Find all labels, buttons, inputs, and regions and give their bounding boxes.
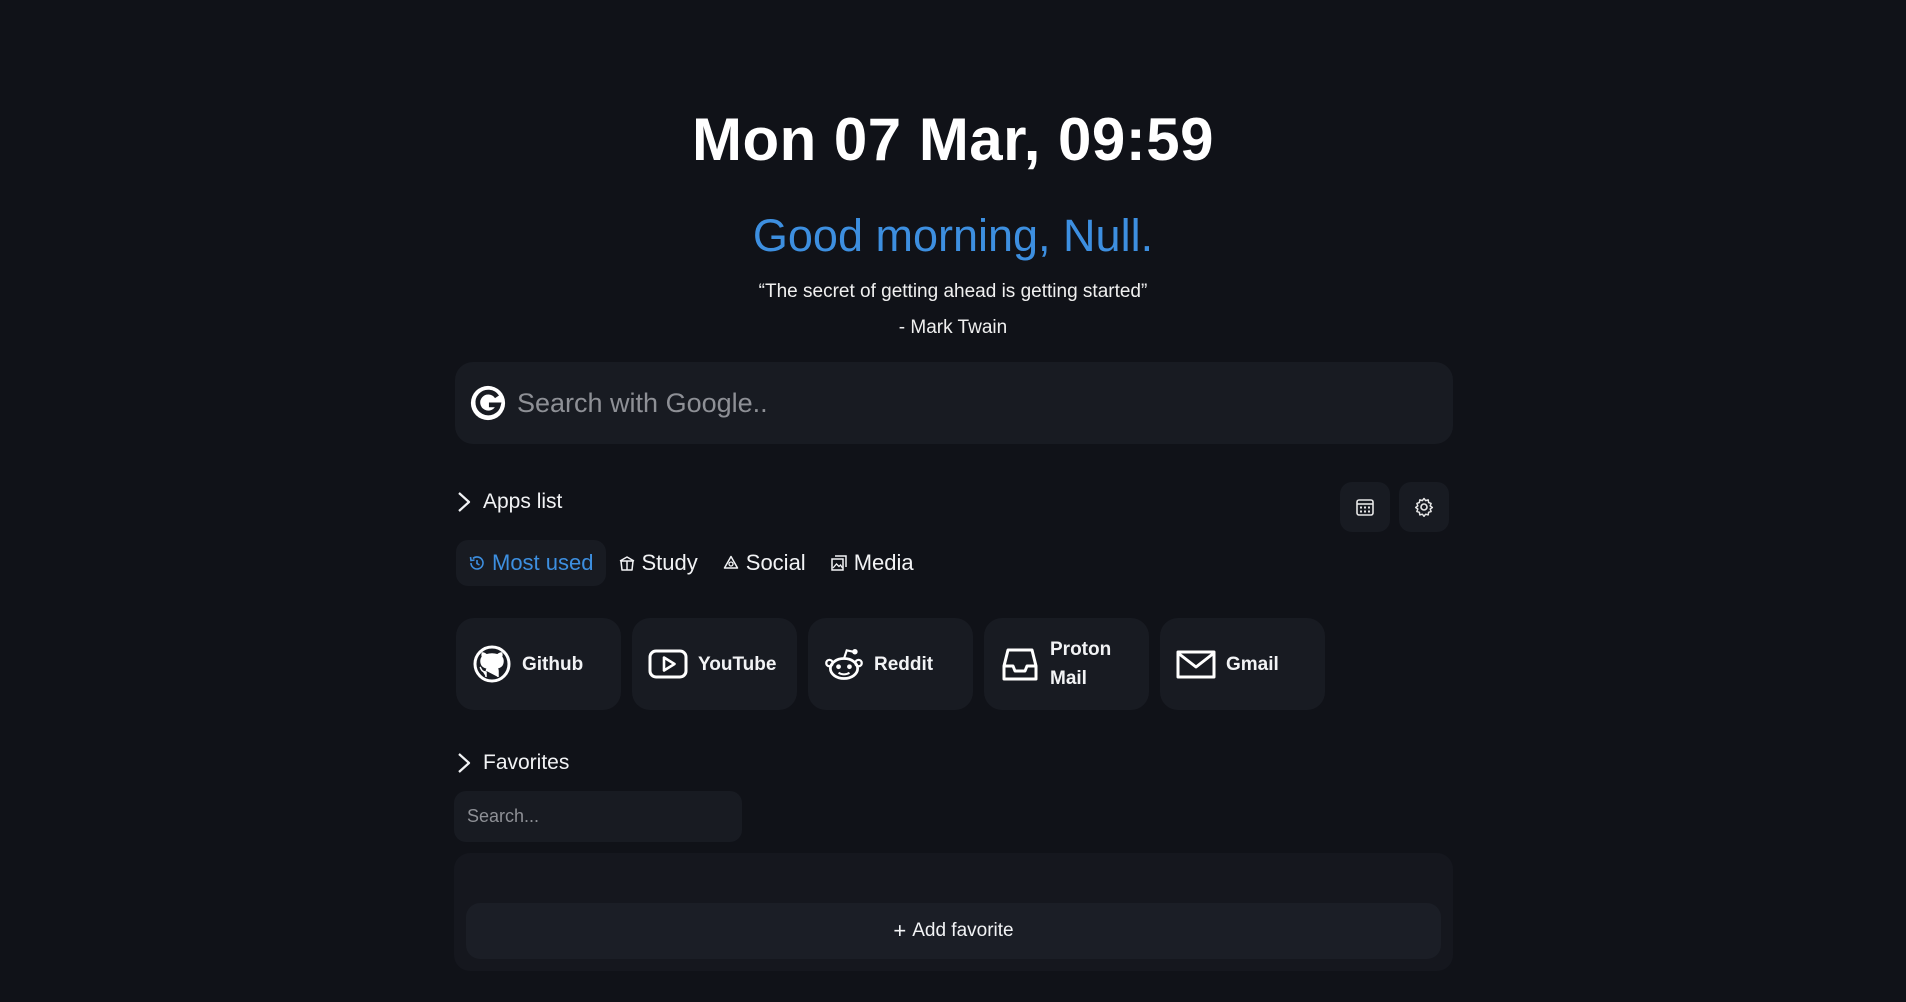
chevron-right-icon: [458, 492, 471, 512]
app-shortcuts: Github YouTube Reddit Proton Mail Gmail: [456, 618, 1336, 710]
history-icon: [469, 556, 484, 570]
favorites-search-input[interactable]: [454, 791, 742, 842]
google-icon: [470, 385, 506, 421]
add-favorite-button[interactable]: + Add favorite: [466, 903, 1441, 959]
calendar-icon: [1356, 499, 1374, 516]
apps-list-toggle[interactable]: Apps list: [455, 490, 562, 514]
google-search-bar[interactable]: [455, 362, 1453, 444]
tab-most-used[interactable]: Most used: [456, 540, 606, 586]
gear-icon: [1414, 497, 1434, 517]
github-icon: [473, 645, 511, 683]
favorites-panel: + Add favorite: [454, 853, 1453, 971]
youtube-icon: [648, 649, 688, 679]
calendar-button[interactable]: [1340, 482, 1390, 532]
favorites-toggle[interactable]: Favorites: [455, 751, 569, 775]
tab-media[interactable]: Media: [818, 540, 926, 586]
tab-social[interactable]: Social: [710, 540, 818, 586]
recycle-icon: [723, 555, 739, 569]
mail-icon: [1176, 650, 1216, 679]
tab-study[interactable]: Study: [606, 540, 710, 586]
app-category-tabs: Most used Study Social Media: [456, 540, 926, 586]
box-icon: [619, 556, 634, 571]
apps-list-title: Apps list: [483, 490, 563, 513]
settings-button[interactable]: [1399, 482, 1449, 532]
plus-icon: +: [893, 918, 907, 943]
new-tab-page: Mon 07 Mar, 09:59 Good morning, Null. “T…: [0, 0, 1906, 1002]
inbox-icon: [1002, 648, 1038, 681]
images-icon: [830, 555, 847, 571]
app-reddit[interactable]: Reddit: [808, 618, 973, 710]
app-proton-mail[interactable]: Proton Mail: [984, 618, 1149, 710]
favorites-title: Favorites: [483, 751, 570, 774]
app-gmail[interactable]: Gmail: [1160, 618, 1325, 710]
quote: “The secret of getting ahead is getting …: [758, 281, 1148, 302]
greeting: Good morning, Null.: [752, 210, 1154, 261]
search-input[interactable]: [517, 387, 1453, 419]
app-youtube[interactable]: YouTube: [632, 618, 797, 710]
app-github[interactable]: Github: [456, 618, 621, 710]
reddit-icon: [825, 649, 863, 680]
quote-author: - Mark Twain: [898, 317, 1008, 338]
chevron-right-icon: [458, 753, 471, 773]
clock: Mon 07 Mar, 09:59: [691, 106, 1215, 173]
